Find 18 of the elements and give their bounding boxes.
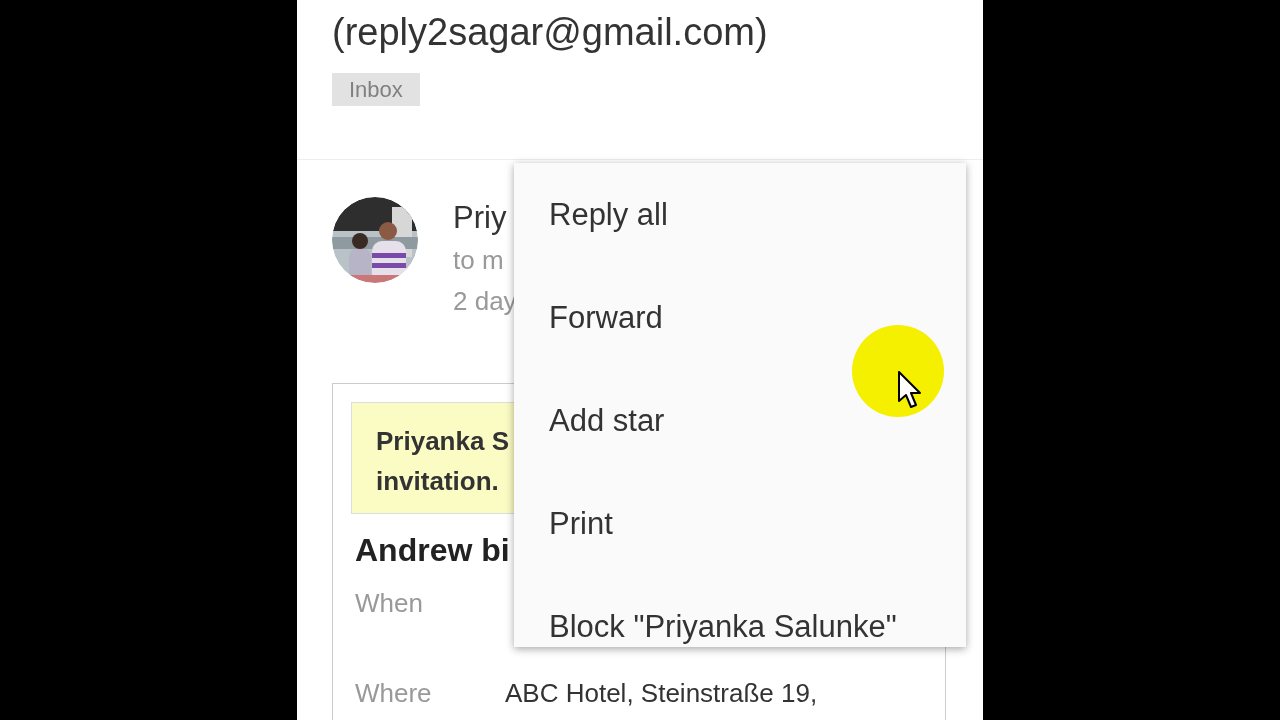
cursor-highlight-icon xyxy=(851,324,945,418)
detail-label: Where xyxy=(355,677,433,710)
notice-text: Priyanka S xyxy=(376,425,510,458)
notice-text: invitation. xyxy=(376,465,500,498)
pointer-icon xyxy=(898,371,922,409)
menu-item[interactable]: Forward xyxy=(549,297,663,338)
menu-item[interactable]: Reply all xyxy=(549,194,668,235)
inbox-label: Inbox xyxy=(332,73,420,106)
detail-label: When xyxy=(355,587,424,620)
menu-item[interactable]: Add star xyxy=(549,400,665,441)
detail-value: ABC Hotel, Steinstraße 19, xyxy=(505,677,818,710)
event-title: Andrew bi xyxy=(355,531,511,570)
recipient-text: to m xyxy=(453,244,504,277)
sender-email: (reply2sagar@gmail.com) xyxy=(332,10,768,55)
menu-item[interactable]: Block "Priyanka Salunke" xyxy=(549,606,897,647)
sender-name: Priy xyxy=(453,199,507,237)
menu-item[interactable]: Print xyxy=(549,503,613,544)
time-text: 2 day xyxy=(453,285,517,318)
